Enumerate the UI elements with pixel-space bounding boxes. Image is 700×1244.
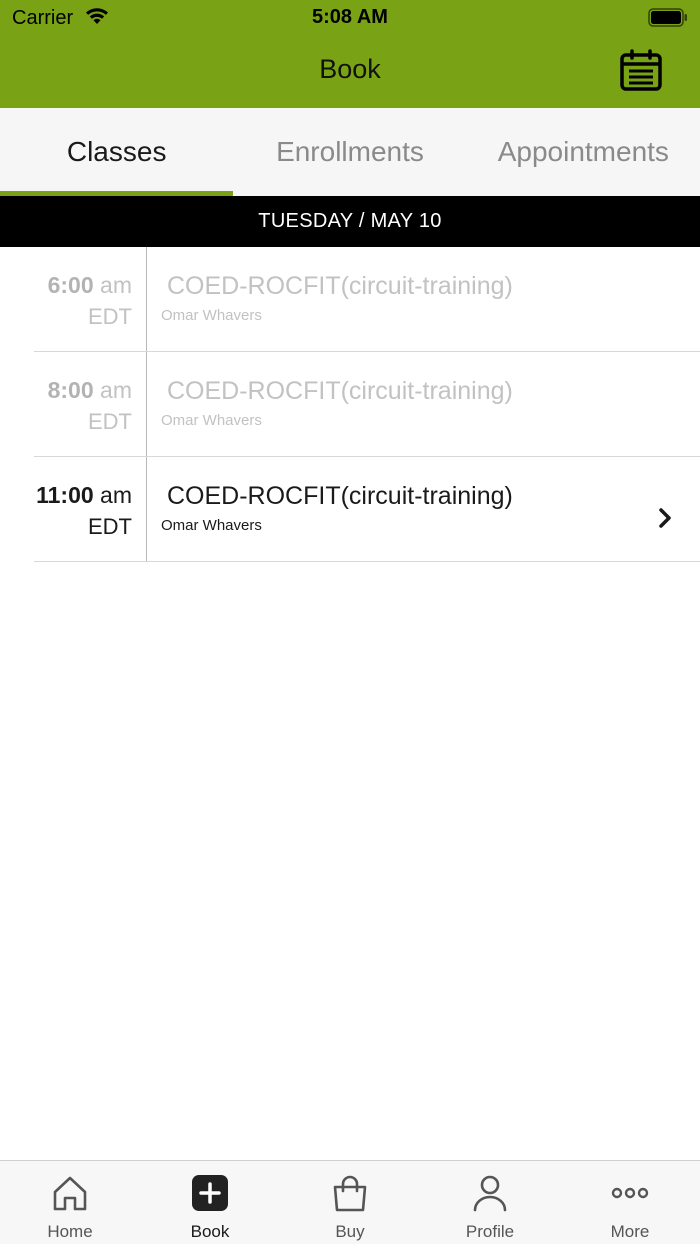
bottom-tab-label: More <box>610 1222 650 1241</box>
class-time-value: 11:00 <box>36 482 94 508</box>
class-time-value: 8:00 <box>47 377 94 403</box>
date-header: TUESDAY / MAY 10 <box>0 196 700 247</box>
class-timezone: EDT <box>88 514 132 539</box>
class-timezone: EDT <box>88 409 132 434</box>
calendar-icon <box>620 49 662 91</box>
class-name: COED-ROCFIT(circuit-training) <box>167 482 513 510</box>
row-divider <box>146 352 147 457</box>
bottom-tab-label: Profile <box>465 1222 515 1241</box>
class-time: 8:00 am <box>0 376 132 404</box>
page-title: Book <box>319 54 381 84</box>
calendar-button[interactable] <box>618 48 664 94</box>
class-time: 11:00 am <box>0 481 132 509</box>
class-instructor: Omar Whavers <box>161 517 262 534</box>
person-icon <box>470 1173 510 1213</box>
bottom-tab-bar: Home Book Buy Profile More <box>0 1160 700 1244</box>
home-icon <box>50 1173 90 1213</box>
top-bar: Carrier 5:08 AM Book <box>0 0 700 108</box>
bottom-tab-buy[interactable]: Buy <box>280 1161 420 1244</box>
tab-classes[interactable]: Classes <box>0 108 234 196</box>
more-icon <box>610 1173 650 1213</box>
status-time: 5:08 AM <box>312 6 388 28</box>
bottom-tab-more[interactable]: More <box>560 1161 700 1244</box>
segment-tabs: Classes Enrollments Appointments <box>0 108 700 196</box>
class-time-ampm: am <box>100 377 132 403</box>
class-row[interactable]: 8:00 am EDT COED-ROCFIT(circuit-training… <box>0 352 700 457</box>
class-timezone: EDT <box>88 304 132 329</box>
add-icon <box>190 1173 230 1213</box>
shopping-bag-icon <box>330 1173 370 1213</box>
class-time-value: 6:00 <box>47 272 94 298</box>
row-divider <box>146 247 147 352</box>
battery-icon <box>648 8 688 27</box>
bottom-tab-book[interactable]: Book <box>140 1161 280 1244</box>
row-separator <box>34 561 700 562</box>
bottom-tab-home[interactable]: Home <box>0 1161 140 1244</box>
class-instructor: Omar Whavers <box>161 307 262 324</box>
bottom-tab-label: Book <box>190 1222 230 1241</box>
class-list: 6:00 am EDT COED-ROCFIT(circuit-training… <box>0 247 700 562</box>
chevron-right-icon[interactable] <box>658 507 672 529</box>
class-time: 6:00 am <box>0 271 132 299</box>
class-name: COED-ROCFIT(circuit-training) <box>167 377 513 405</box>
bottom-tab-profile[interactable]: Profile <box>420 1161 560 1244</box>
class-row[interactable]: 11:00 am EDT COED-ROCFIT(circuit-trainin… <box>0 457 700 562</box>
tab-appointments[interactable]: Appointments <box>467 108 700 196</box>
status-bar: Carrier 5:08 AM <box>0 0 700 36</box>
class-time-ampm: am <box>100 272 132 298</box>
tab-enrollments[interactable]: Enrollments <box>233 108 466 196</box>
bottom-tab-label: Buy <box>335 1222 365 1241</box>
class-time-ampm: am <box>100 482 132 508</box>
class-name: COED-ROCFIT(circuit-training) <box>167 272 513 300</box>
row-divider <box>146 457 147 562</box>
class-instructor: Omar Whavers <box>161 412 262 429</box>
class-row[interactable]: 6:00 am EDT COED-ROCFIT(circuit-training… <box>0 247 700 352</box>
bottom-tab-label: Home <box>47 1222 93 1241</box>
